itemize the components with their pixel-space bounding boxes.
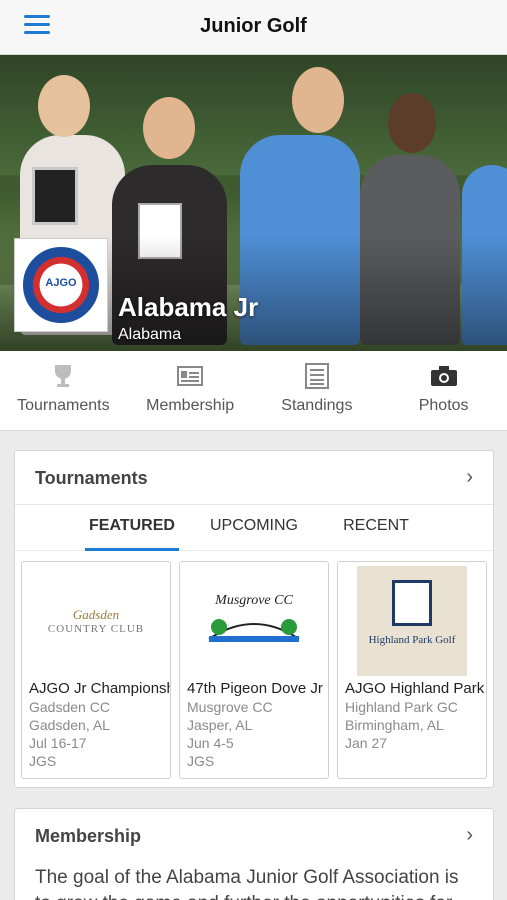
chevron-right-icon: › (466, 466, 473, 488)
tournament-name: AJGO Jr Championship (29, 680, 170, 697)
tournament-location: Jasper, AL (187, 717, 253, 733)
tournaments-card-header[interactable]: Tournaments › (15, 451, 493, 505)
tournament-dates: Jun 4-5 (187, 735, 234, 751)
tournament-card[interactable]: Gadsden COUNTRY CLUB AJGO Jr Championshi… (21, 561, 171, 779)
musgrove-cc-logo: Musgrove CC (180, 562, 328, 680)
section-tabbar: Tournaments Membership Standings Photos (0, 351, 507, 431)
tournament-course: Gadsden CC (29, 699, 110, 715)
tournament-course: Musgrove CC (187, 699, 273, 715)
tab-tournaments[interactable]: Tournaments (0, 351, 127, 430)
highland-park-logo: Highland Park Golf (338, 562, 486, 680)
tab-membership[interactable]: Membership (127, 351, 254, 430)
membership-description: The goal of the Alabama Junior Golf Asso… (35, 867, 459, 900)
tournament-location: Birmingham, AL (345, 717, 444, 733)
chevron-right-icon: › (466, 824, 473, 846)
trophy-icon (0, 363, 127, 389)
tournament-card[interactable]: Highland Park Golf AJGO Highland Park Hi… (337, 561, 487, 779)
camera-icon (380, 363, 507, 389)
tournament-dates: Jan 27 (345, 735, 388, 751)
segment-upcoming[interactable]: UPCOMING (193, 505, 315, 550)
top-navbar: Junior Golf (0, 0, 507, 55)
tournament-org: JGS (187, 753, 215, 769)
tournament-name: 47th Pigeon Dove Jr (187, 680, 323, 697)
tournaments-card: Tournaments › FEATURED UPCOMING RECENT G… (14, 450, 494, 788)
association-logo: AJGO (14, 238, 108, 332)
hero-subtitle: Alabama (118, 326, 182, 343)
membership-card: Membership › The goal of the Alabama Jun… (14, 808, 494, 900)
tournament-name: AJGO Highland Park (345, 680, 485, 697)
id-card-icon (127, 363, 254, 389)
list-icon (254, 363, 381, 389)
tournament-org: JGS (29, 753, 57, 769)
tournament-list: Gadsden COUNTRY CLUB AJGO Jr Championshi… (15, 551, 493, 789)
membership-card-header[interactable]: Membership › (15, 809, 493, 859)
tab-standings[interactable]: Standings (254, 351, 381, 430)
segment-featured[interactable]: FEATURED (71, 505, 193, 551)
segment-recent[interactable]: RECENT (315, 505, 437, 550)
tournament-course: Highland Park GC (345, 699, 458, 715)
tournament-location: Gadsden, AL (29, 717, 110, 733)
page-title: Junior Golf (200, 15, 307, 37)
tournament-card[interactable]: Musgrove CC 47th Pigeon Dove Jr Musgrove… (179, 561, 329, 779)
tab-photos[interactable]: Photos (380, 351, 507, 430)
gadsden-cc-logo: Gadsden COUNTRY CLUB (47, 607, 145, 635)
tournament-dates: Jul 16-17 (29, 735, 87, 751)
tournament-segment-control: FEATURED UPCOMING RECENT (15, 505, 493, 551)
hero-title: Alabama Jr (118, 292, 259, 322)
